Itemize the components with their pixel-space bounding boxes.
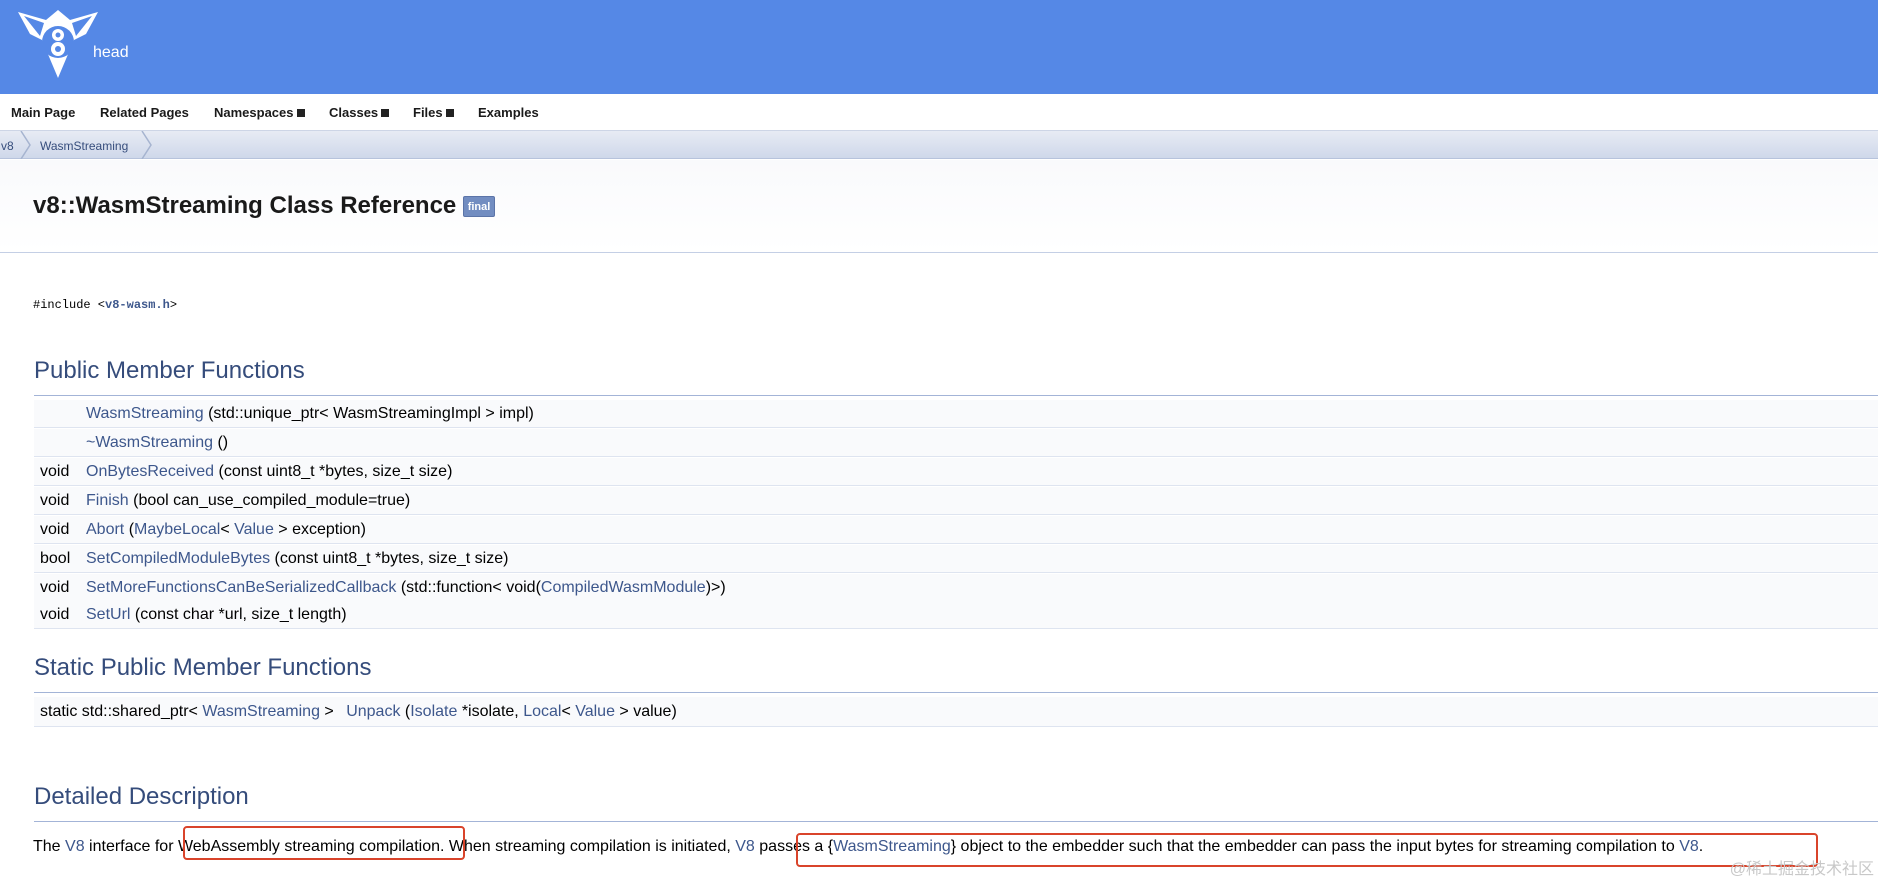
- member-args: <: [561, 703, 576, 720]
- member-row: void OnBytesReceived (const uint8_t *byt…: [34, 458, 1878, 486]
- type-link-maybelocal[interactable]: MaybeLocal: [134, 521, 220, 538]
- public-member-functions-heading: Public Member Functions: [34, 357, 305, 384]
- member-link-destructor[interactable]: ~WasmStreaming: [86, 434, 213, 451]
- type-link-local[interactable]: Local: [523, 703, 561, 720]
- member-args: > value): [614, 703, 677, 720]
- type-link-compiledwasmmodule[interactable]: CompiledWasmModule: [541, 579, 706, 596]
- section-divider: [34, 692, 1878, 693]
- include-suffix: >: [169, 298, 178, 312]
- member-row: void Abort (MaybeLocal< Value > exceptio…: [34, 516, 1878, 544]
- type-link-isolate[interactable]: Isolate: [410, 703, 457, 720]
- member-row: WasmStreaming (std::unique_ptr< WasmStre…: [34, 400, 1878, 428]
- v8-logo-icon: [18, 10, 98, 78]
- member-link-onbytesreceived[interactable]: OnBytesReceived: [86, 463, 214, 480]
- include-file-link[interactable]: v8-wasm.h: [105, 298, 170, 312]
- include-line: #include <v8-wasm.h>: [33, 298, 177, 312]
- member-args: (std::unique_ptr< WasmStreamingImpl > im…: [203, 405, 534, 422]
- breadcrumb-separator-icon: [20, 131, 31, 159]
- section-divider: [34, 395, 1878, 396]
- nav-namespaces[interactable]: Namespaces: [214, 105, 305, 120]
- member-row: static std::shared_ptr< WasmStreaming > …: [34, 697, 1878, 727]
- breadcrumb-separator-icon: [141, 131, 152, 159]
- nav-classes-label: Classes: [329, 105, 379, 120]
- dropdown-arrow-icon: [445, 108, 454, 117]
- header-banner: head: [0, 0, 1878, 94]
- member-link-finish[interactable]: Finish: [86, 492, 129, 509]
- type-link-value[interactable]: Value: [234, 521, 274, 538]
- final-badge: final: [463, 196, 495, 217]
- member-args: (const uint8_t *bytes, size_t size): [270, 550, 509, 567]
- member-args: (const char *url, size_t length): [130, 606, 347, 623]
- page-title: v8::WasmStreaming Class Reference: [33, 192, 457, 219]
- member-link-wasmstreaming[interactable]: WasmStreaming: [86, 405, 204, 422]
- nav-classes[interactable]: Classes: [329, 105, 390, 120]
- member-link-setcompiledmodulebytes[interactable]: SetCompiledModuleBytes: [86, 550, 270, 567]
- member-return-type: void: [40, 492, 70, 509]
- nav-related-pages[interactable]: Related Pages: [100, 105, 189, 120]
- member-return-type: void: [40, 463, 70, 480]
- dropdown-arrow-icon: [296, 108, 305, 117]
- highlight-box: [183, 826, 465, 860]
- nav-files-label: Files: [413, 105, 443, 120]
- member-args: (): [213, 434, 229, 451]
- description-segment: The: [33, 838, 66, 855]
- member-row: void Finish (bool can_use_compiled_modul…: [34, 487, 1878, 515]
- static-public-member-functions-heading: Static Public Member Functions: [34, 654, 372, 681]
- member-args: )>): [705, 579, 726, 596]
- member-args: (: [400, 703, 411, 720]
- member-return-type: void: [40, 579, 70, 596]
- member-row: void SetUrl (const char *url, size_t len…: [34, 601, 1878, 629]
- member-link-seturl[interactable]: SetUrl: [86, 606, 130, 623]
- member-row: ~WasmStreaming (): [34, 429, 1878, 457]
- member-link-abort[interactable]: Abort: [86, 521, 124, 538]
- nav-namespaces-label: Namespaces: [214, 105, 294, 120]
- member-args: (: [124, 521, 135, 538]
- v8-link[interactable]: V8: [735, 838, 755, 855]
- nav-examples-label: Examples: [478, 105, 539, 120]
- breadcrumb: v8 WasmStreaming: [0, 131, 1878, 159]
- v8-link[interactable]: V8: [65, 838, 85, 855]
- member-args: > exception): [273, 521, 366, 538]
- description-segment: . When streaming compilation is initiate…: [440, 838, 736, 855]
- description-segment: interface for: [84, 838, 178, 855]
- member-args: *isolate,: [457, 703, 524, 720]
- member-args: (const uint8_t *bytes, size_t size): [214, 463, 453, 480]
- breadcrumb-item-wasmstreaming[interactable]: WasmStreaming: [40, 139, 128, 153]
- nav-main-page[interactable]: Main Page: [11, 105, 75, 120]
- member-return-type: void: [40, 521, 70, 538]
- member-return-type: >: [319, 703, 339, 720]
- member-row: void SetMoreFunctionsCanBeSerializedCall…: [34, 574, 1878, 602]
- breadcrumb-item-v8[interactable]: v8: [1, 139, 14, 153]
- include-prefix: #include <: [33, 298, 106, 312]
- member-return-type: bool: [40, 550, 71, 567]
- nav-examples[interactable]: Examples: [478, 105, 539, 120]
- nav-related-pages-label: Related Pages: [100, 105, 189, 120]
- nav-main-page-label: Main Page: [11, 105, 76, 120]
- member-args: <: [220, 521, 235, 538]
- nav-files[interactable]: Files: [413, 105, 454, 120]
- main-nav: Main Page Related Pages Namespaces Class…: [0, 94, 1878, 131]
- member-args: (std::function< void(: [396, 579, 541, 596]
- member-row: bool SetCompiledModuleBytes (const uint8…: [34, 545, 1878, 573]
- highlight-box: [796, 833, 1818, 867]
- dropdown-arrow-icon: [381, 108, 390, 117]
- member-return-type: static std::shared_ptr<: [40, 703, 203, 720]
- detailed-description-heading: Detailed Description: [34, 783, 249, 810]
- type-link-wasmstreaming[interactable]: WasmStreaming: [202, 703, 320, 720]
- member-link-unpack[interactable]: Unpack: [346, 703, 400, 720]
- type-link-value[interactable]: Value: [575, 703, 615, 720]
- title-area: v8::WasmStreaming Class Reference final: [0, 160, 1878, 253]
- section-divider: [34, 821, 1878, 822]
- member-args: (bool can_use_compiled_module=true): [128, 492, 411, 509]
- watermark: @稀土掘金技术社区: [1729, 861, 1874, 878]
- project-name: head: [93, 44, 129, 61]
- member-return-type: void: [40, 606, 70, 623]
- member-link-setmorefunctionscanbeserializedcallback[interactable]: SetMoreFunctionsCanBeSerializedCallback: [86, 579, 396, 596]
